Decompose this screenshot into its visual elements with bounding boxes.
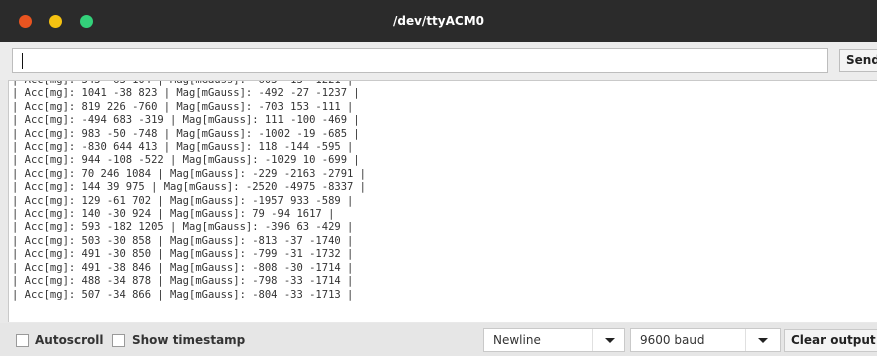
serial-output-line: | Acc[mg]: 70 246 1084 | Mag[mGauss]: -2…: [12, 167, 367, 180]
serial-output-line: | Acc[mg]: 1041 -38 823 | Mag[mGauss]: -…: [12, 87, 360, 100]
show-timestamp-label[interactable]: Show timestamp: [132, 333, 245, 347]
serial-output-line: | Acc[mg]: 140 -30 924 | Mag[mGauss]: 79…: [12, 208, 335, 221]
dropdown-divider: [592, 329, 593, 351]
serial-output-line: | Acc[mg]: 491 -30 850 | Mag[mGauss]: -7…: [12, 248, 354, 261]
serial-output-line: | Acc[mg]: 819 226 -760 | Mag[mGauss]: -…: [12, 100, 354, 113]
text-caret: [22, 53, 23, 69]
autoscroll-checkbox[interactable]: [16, 334, 29, 347]
serial-output-line: | Acc[mg]: -494 683 -319 | Mag[mGauss]: …: [12, 114, 360, 127]
dropdown-divider: [745, 329, 746, 351]
status-bar: Autoscroll Show timestamp Newline 9600 b…: [0, 323, 877, 356]
autoscroll-label[interactable]: Autoscroll: [35, 333, 103, 347]
serial-input-field[interactable]: [12, 48, 828, 73]
chevron-down-icon[interactable]: [758, 338, 768, 343]
line-ending-value: Newline: [493, 333, 541, 347]
serial-output-line: | Acc[mg]: 503 -30 858 | Mag[mGauss]: -8…: [12, 234, 354, 247]
serial-output-line: | Acc[mg]: 944 -108 -522 | Mag[mGauss]: …: [12, 154, 360, 167]
serial-output-line: | Acc[mg]: 507 -34 866 | Mag[mGauss]: -8…: [12, 288, 354, 301]
chevron-down-icon[interactable]: [605, 338, 615, 343]
send-bar: Send: [0, 42, 877, 80]
serial-output-line: | Acc[mg]: 129 -61 702 | Mag[mGauss]: -1…: [12, 194, 354, 207]
serial-output-line: | Acc[mg]: 491 -38 846 | Mag[mGauss]: -8…: [12, 261, 354, 274]
clear-output-button[interactable]: Clear output: [784, 329, 877, 352]
serial-output-line: | Acc[mg]: 144 39 975 | Mag[mGauss]: -25…: [12, 181, 367, 194]
show-timestamp-checkbox[interactable]: [112, 334, 125, 347]
title-bar[interactable]: /dev/ttyACM0: [0, 0, 877, 42]
baud-rate-select[interactable]: 9600 baud: [630, 328, 781, 352]
serial-output-line: | Acc[mg]: -830 644 413 | Mag[mGauss]: 1…: [12, 141, 354, 154]
line-ending-select[interactable]: Newline: [483, 328, 625, 352]
serial-output-area[interactable]: | Acc[mg]: 343 -63 104 | Mag[mGauss]: -6…: [8, 80, 877, 322]
send-button[interactable]: Send: [839, 49, 877, 72]
serial-output-line: | Acc[mg]: 983 -50 -748 | Mag[mGauss]: -…: [12, 127, 360, 140]
serial-output-line: | Acc[mg]: 343 -63 104 | Mag[mGauss]: -6…: [12, 80, 354, 86]
window-title: /dev/ttyACM0: [393, 14, 484, 28]
serial-output-lines: | Acc[mg]: 343 -63 104 | Mag[mGauss]: -6…: [12, 80, 367, 302]
serial-monitor-window: /dev/ttyACM0 Send | Acc[mg]: 343 -63 104…: [0, 0, 877, 356]
serial-output-line: | Acc[mg]: 488 -34 878 | Mag[mGauss]: -7…: [12, 275, 354, 288]
baud-rate-value: 9600 baud: [640, 333, 705, 347]
serial-output-line: | Acc[mg]: 593 -182 1205 | Mag[mGauss]: …: [12, 221, 354, 234]
